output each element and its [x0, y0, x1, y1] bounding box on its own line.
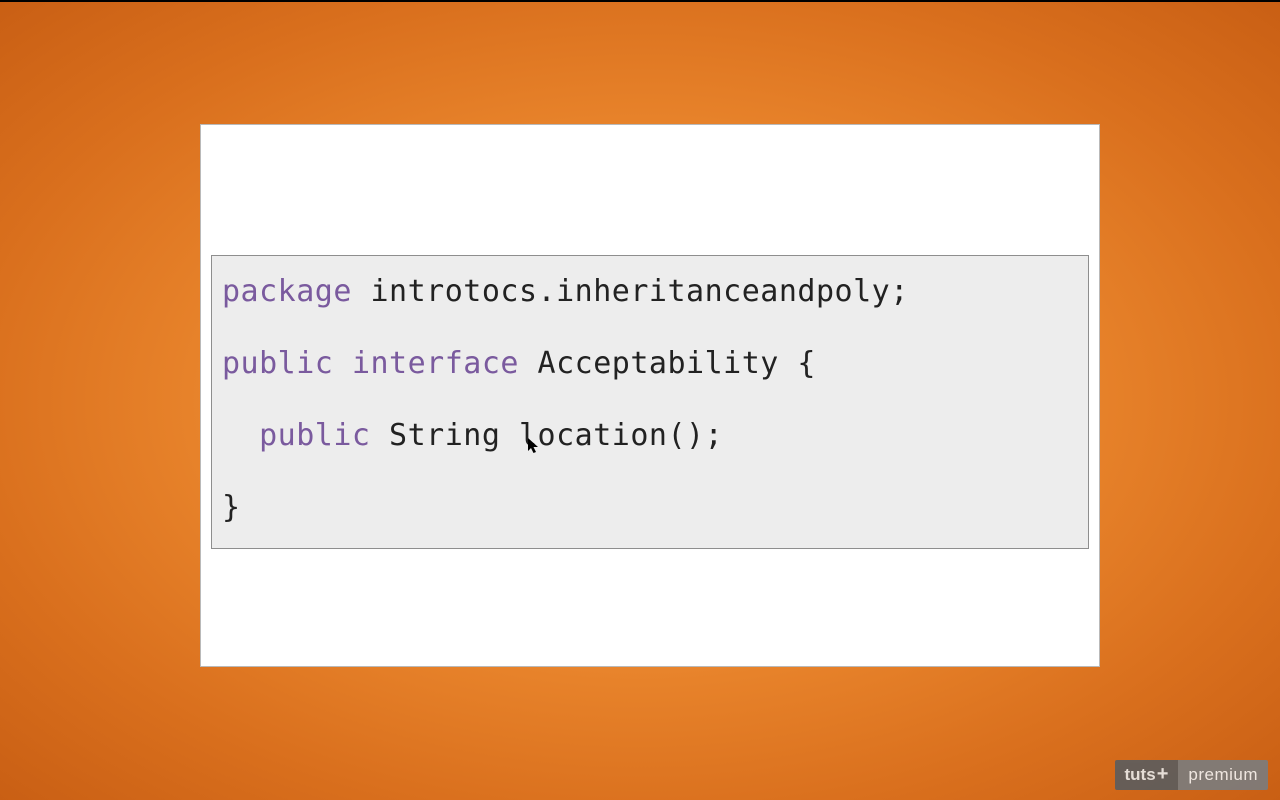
code-block: package introtocs.inheritanceandpoly; pu…	[211, 255, 1089, 549]
content-card: package introtocs.inheritanceandpoly; pu…	[200, 124, 1100, 667]
keyword-public: public	[259, 418, 370, 453]
code-indent	[222, 418, 259, 453]
plus-icon: +	[1157, 763, 1169, 786]
watermark-brand: tuts+	[1115, 760, 1179, 790]
slide-background: package introtocs.inheritanceandpoly; pu…	[0, 2, 1280, 800]
keyword-package: package	[222, 274, 352, 309]
watermark-brand-text: tuts	[1125, 765, 1156, 785]
keyword-public: public	[222, 346, 333, 381]
code-text: introtocs.inheritanceandpoly;	[352, 274, 909, 309]
code-text: String location();	[371, 418, 724, 453]
code-text: Acceptability {	[519, 346, 816, 381]
watermark-tier: premium	[1178, 760, 1268, 790]
code-text: }	[222, 490, 241, 525]
brand-watermark: tuts+ premium	[1115, 760, 1268, 790]
keyword-interface: interface	[352, 346, 519, 381]
watermark-tier-text: premium	[1188, 765, 1258, 785]
